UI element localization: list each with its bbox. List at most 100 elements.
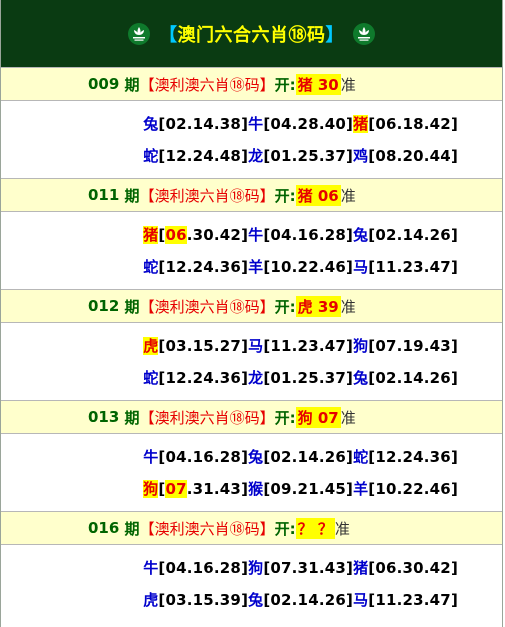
numbers: [02.14.26] xyxy=(263,447,354,466)
numbers: [01.25.37] xyxy=(263,369,354,388)
zodiac-label: 虎 xyxy=(143,591,159,610)
zodiac-label: 龙 xyxy=(248,147,264,166)
issue-qi-label: 期 xyxy=(124,408,140,427)
numbers: [04.16.28] xyxy=(263,225,354,244)
zodiac-label: 马 xyxy=(248,336,264,355)
issue-qi-label: 期 xyxy=(124,297,140,316)
page-header: 【 澳门六合六肖⑱码 】 xyxy=(1,0,502,67)
open-label: 开: xyxy=(274,75,296,94)
zodiac-label: 马 xyxy=(353,591,369,610)
zodiac-label: 牛 xyxy=(248,225,264,244)
zodiac-label: 牛 xyxy=(143,447,159,466)
issue-qi-label: 期 xyxy=(124,75,140,94)
numbers: [02.14.26] xyxy=(368,225,458,244)
prediction-line: 牛[04.16.28]兔[02.14.26]蛇[12.24.36] xyxy=(1,446,502,467)
numbers: [04.16.28] xyxy=(158,558,249,577)
numbers: [02.14.26] xyxy=(368,369,458,388)
numbers: [12.24.36] xyxy=(368,447,458,466)
zodiac-label: 猪 xyxy=(143,225,159,244)
open-label: 开: xyxy=(274,186,296,205)
prediction-lines: 牛[04.16.28]兔[02.14.26]蛇[12.24.36] 狗[07.31… xyxy=(1,434,502,511)
zodiac-label: 兔 xyxy=(353,369,369,388)
records-list: 009 期【澳利澳六肖⑱码】 开: 猪 30 准兔[02.14.38]牛[04.28.… xyxy=(1,67,502,622)
prediction-lines: 兔[02.14.38]牛[04.28.40]猪[06.18.42] 蛇[12.24… xyxy=(1,101,502,178)
zodiac-label: 兔 xyxy=(143,114,159,133)
result-number: ？ xyxy=(317,519,333,538)
zodiac-label: 猪 xyxy=(353,558,369,577)
issue-row: 012 期【澳利澳六肖⑱码】 开: 虎 39 准 xyxy=(1,289,502,323)
issue-title: 【澳利澳六肖⑱码】 xyxy=(139,297,275,316)
issue-row: 009 期【澳利澳六肖⑱码】 开: 猪 30 准 xyxy=(1,67,502,101)
result-number: 06 xyxy=(317,186,339,205)
zodiac-label: 羊 xyxy=(248,258,264,277)
result-highlight: ？ ？ xyxy=(295,517,335,539)
numbers: [03.15.39] xyxy=(158,591,249,610)
zodiac-label: 羊 xyxy=(353,480,369,499)
zhun-label: 准 xyxy=(334,519,350,538)
macau-lotus-icon xyxy=(128,22,150,45)
numbers: [08.20.44] xyxy=(368,147,458,166)
prediction-line: 牛[04.16.28]狗[07.31.43]猪[06.30.42] xyxy=(1,557,502,578)
zodiac-label: 虎 xyxy=(143,336,159,355)
numbers: [10.22.46] xyxy=(368,480,458,499)
prediction-line: 蛇[12.24.36]羊[10.22.46]马[11.23.47] xyxy=(1,256,502,277)
zodiac-label: 狗 xyxy=(248,558,264,577)
issue-number: 011 xyxy=(88,186,120,204)
numbers: [06.30.42] xyxy=(368,558,458,577)
numbers: [10.22.46] xyxy=(263,258,354,277)
prediction-line: 蛇[12.24.36]龙[01.25.37]兔[02.14.26] xyxy=(1,367,502,388)
prediction-line: 猪[06.30.42]牛[04.16.28]兔[02.14.26] xyxy=(1,224,502,245)
prediction-line: 虎[03.15.27]马[11.23.47]狗[07.19.43] xyxy=(1,335,502,356)
result-highlight: 猪 30 xyxy=(295,73,341,95)
numbers: [07.19.43] xyxy=(368,336,458,355)
numbers: [09.21.45] xyxy=(263,480,354,499)
numbers: [02.14.38] xyxy=(158,114,249,133)
result-zodiac: 猪 xyxy=(297,186,313,205)
numbers: [04.28.40] xyxy=(263,114,354,133)
numbers: [11.23.47] xyxy=(368,591,458,610)
numbers: [04.16.28] xyxy=(158,447,249,466)
macau-lotus-icon xyxy=(353,22,375,45)
open-label: 开: xyxy=(274,519,296,538)
numbers: [12.24.36] xyxy=(158,258,249,277)
numbers-post: .31.43] xyxy=(186,480,249,499)
zodiac-label: 牛 xyxy=(143,558,159,577)
issue-title: 【澳利澳六肖⑱码】 xyxy=(139,186,275,205)
zodiac-label: 兔 xyxy=(248,591,264,610)
zodiac-label: 蛇 xyxy=(143,258,159,277)
result-zodiac: 狗 xyxy=(297,408,313,427)
zodiac-label: 牛 xyxy=(248,114,264,133)
issue-title: 【澳利澳六肖⑱码】 xyxy=(139,75,275,94)
zodiac-label: 猪 xyxy=(353,114,369,133)
zodiac-label: 蛇 xyxy=(143,369,159,388)
open-label: 开: xyxy=(274,297,296,316)
issue-qi-label: 期 xyxy=(124,519,140,538)
issue-number: 009 xyxy=(88,75,120,93)
issue-qi-label: 期 xyxy=(124,186,140,205)
numbers: [01.25.37] xyxy=(263,147,354,166)
zodiac-label: 蛇 xyxy=(143,147,159,166)
title-bracket-right: 】 xyxy=(325,24,344,46)
numbers-hit: 07 xyxy=(165,480,187,499)
prediction-lines: 牛[04.16.28]狗[07.31.43]猪[06.30.42] 虎[03.15… xyxy=(1,545,502,622)
prediction-lines: 猪[06.30.42]牛[04.16.28]兔[02.14.26] 蛇[12.24… xyxy=(1,212,502,289)
numbers-hit: 06 xyxy=(165,225,187,244)
zhun-label: 准 xyxy=(340,186,356,205)
numbers: [02.14.26] xyxy=(263,591,354,610)
page-title: 【 澳门六合六肖⑱码 】 xyxy=(119,21,384,47)
zodiac-label: 狗 xyxy=(143,480,159,499)
issue-number: 013 xyxy=(88,408,120,426)
numbers: [11.23.47] xyxy=(368,258,458,277)
result-highlight: 虎 39 xyxy=(295,295,341,317)
numbers-post: .30.42] xyxy=(186,225,249,244)
zodiac-label: 猴 xyxy=(248,480,264,499)
issue-title: 【澳利澳六肖⑱码】 xyxy=(139,408,275,427)
prediction-line: 兔[02.14.38]牛[04.28.40]猪[06.18.42] xyxy=(1,113,502,134)
zodiac-label: 狗 xyxy=(353,336,369,355)
issue-title: 【澳利澳六肖⑱码】 xyxy=(139,519,275,538)
page-frame: 【 澳门六合六肖⑱码 】 009 期【澳利澳六肖⑱码】 开: 猪 30 准兔[02.1… xyxy=(0,0,503,627)
zhun-label: 准 xyxy=(340,297,356,316)
result-number: 30 xyxy=(317,75,339,94)
numbers: [06.18.42] xyxy=(368,114,458,133)
numbers: [11.23.47] xyxy=(263,336,354,355)
